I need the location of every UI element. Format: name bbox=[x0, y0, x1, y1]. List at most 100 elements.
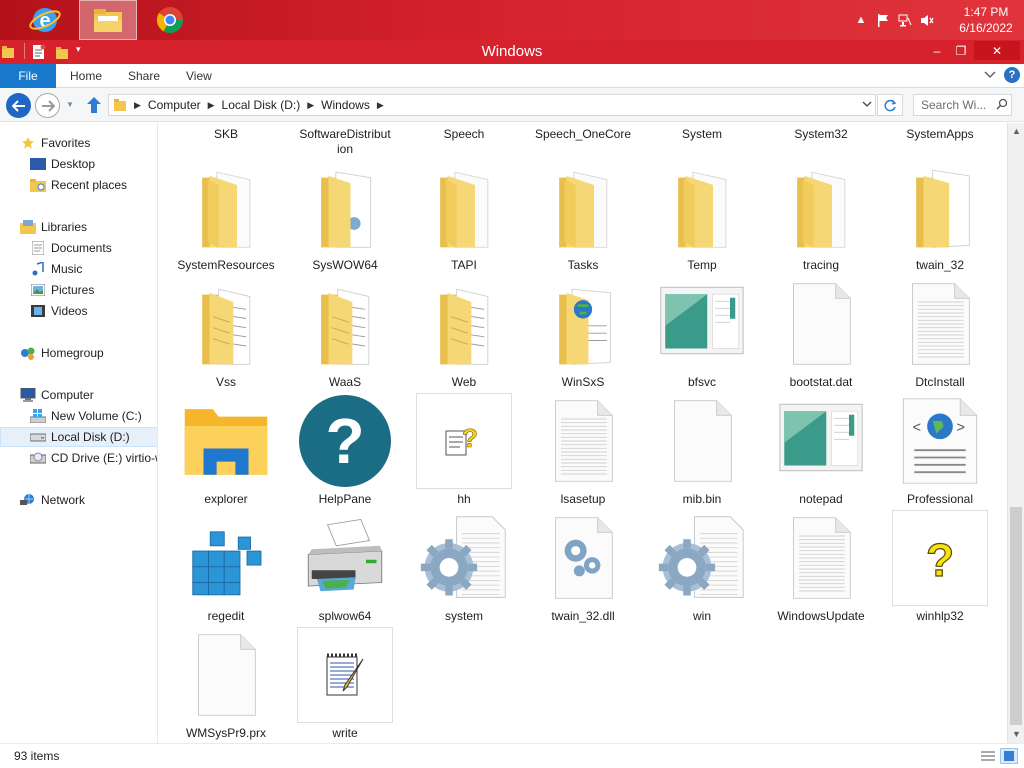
tab-file[interactable]: File bbox=[0, 64, 56, 88]
list-item-temp[interactable]: Temp bbox=[643, 159, 761, 273]
volume-muted-icon[interactable] bbox=[920, 13, 934, 27]
nav-pictures[interactable]: Pictures bbox=[30, 280, 94, 300]
nav-favorites[interactable]: Favorites bbox=[20, 133, 90, 153]
list-item-label: tracing bbox=[802, 258, 840, 272]
taskbar-chrome-button[interactable] bbox=[141, 0, 199, 40]
list-item-winsxs[interactable]: WinSxS bbox=[524, 276, 642, 390]
list-item-label: hh bbox=[457, 492, 471, 506]
list-item-label[interactable]: System bbox=[643, 127, 761, 142]
list-item-bootstat-dat[interactable]: bootstat.dat bbox=[762, 276, 880, 390]
list-item-label[interactable]: Speech bbox=[405, 127, 523, 142]
list-item-windowsupdate[interactable]: WindowsUpdate bbox=[762, 510, 880, 624]
address-history-dropdown-icon[interactable] bbox=[859, 100, 875, 111]
clock[interactable]: 1:47 PM 6/16/2022 bbox=[948, 4, 1024, 36]
music-icon bbox=[30, 262, 46, 276]
help-icon[interactable]: ? bbox=[1004, 67, 1020, 83]
list-item-wmsyspr9-prx[interactable]: WMSysPr9.prx bbox=[167, 627, 285, 741]
nav-computer[interactable]: Computer bbox=[20, 385, 94, 405]
list-item-system[interactable]: system bbox=[405, 510, 523, 624]
title-bar[interactable]: ▾ Windows – ❐ ✕ bbox=[0, 40, 1024, 64]
tab-home[interactable]: Home bbox=[56, 64, 116, 88]
nav-music[interactable]: Music bbox=[30, 259, 82, 279]
taskbar-ie-button[interactable]: e bbox=[16, 0, 74, 40]
maximize-button[interactable]: ❐ bbox=[946, 41, 976, 60]
nav-new-volume-c[interactable]: New Volume (C:) bbox=[30, 406, 142, 426]
breadcrumb-local-disk[interactable]: Local Disk (D:) bbox=[222, 98, 301, 112]
list-item-twain-32-dll[interactable]: twain_32.dll bbox=[524, 510, 642, 624]
breadcrumb-separator-icon[interactable]: ▶ bbox=[307, 100, 314, 111]
refresh-button[interactable] bbox=[877, 94, 903, 116]
vertical-scrollbar[interactable]: ▲ ▼ bbox=[1007, 123, 1024, 743]
list-item-explorer[interactable]: explorer bbox=[167, 393, 285, 507]
scroll-down-icon[interactable]: ▼ bbox=[1008, 726, 1024, 743]
list-item-hh[interactable]: ? hh bbox=[405, 393, 523, 507]
list-item-bfsvc[interactable]: bfsvc bbox=[643, 276, 761, 390]
scroll-up-icon[interactable]: ▲ bbox=[1008, 123, 1024, 140]
list-item-label-wrap[interactable]: ion bbox=[286, 142, 404, 157]
list-item-win[interactable]: win bbox=[643, 510, 761, 624]
list-item-vss[interactable]: Vss bbox=[167, 276, 285, 390]
list-item-web[interactable]: Web bbox=[405, 276, 523, 390]
tab-share[interactable]: Share bbox=[114, 64, 174, 88]
back-button[interactable] bbox=[6, 93, 31, 118]
list-item-dtcinstall[interactable]: DtcInstall bbox=[881, 276, 999, 390]
list-item-tracing[interactable]: tracing bbox=[762, 159, 880, 273]
search-icon[interactable] bbox=[993, 98, 1011, 113]
up-button[interactable] bbox=[86, 96, 102, 117]
search-box[interactable]: Search Wi... bbox=[913, 94, 1012, 116]
nav-documents[interactable]: Documents bbox=[30, 238, 112, 258]
taskbar-file-explorer-button[interactable] bbox=[79, 0, 137, 40]
list-item-label[interactable]: SystemApps bbox=[881, 127, 999, 142]
breadcrumb-separator-icon[interactable]: ▶ bbox=[208, 100, 215, 111]
nav-cd-drive-e-label: CD Drive (E:) virtio-w bbox=[51, 451, 158, 465]
list-item-mib-bin[interactable]: mib.bin bbox=[643, 393, 761, 507]
breadcrumb-separator-icon[interactable]: ▶ bbox=[134, 100, 141, 111]
list-item-label[interactable]: SoftwareDistribut bbox=[286, 127, 404, 142]
list-item-lsasetup[interactable]: lsasetup bbox=[524, 393, 642, 507]
list-item-write[interactable]: write bbox=[286, 627, 404, 741]
list-item-winhlp32[interactable]: ? winhlp32 bbox=[881, 510, 999, 624]
list-item-notepad[interactable]: notepad bbox=[762, 393, 880, 507]
nav-videos-label: Videos bbox=[51, 304, 88, 318]
forward-button[interactable] bbox=[35, 93, 60, 118]
tab-view[interactable]: View bbox=[172, 64, 226, 88]
list-item-tapi[interactable]: TAPI bbox=[405, 159, 523, 273]
action-center-flag-icon[interactable] bbox=[876, 13, 890, 27]
list-item-regedit[interactable]: regedit bbox=[167, 510, 285, 624]
list-item-twain-32[interactable]: twain_32 bbox=[881, 159, 999, 273]
large-icons-view-button[interactable] bbox=[1000, 748, 1018, 764]
nav-videos[interactable]: Videos bbox=[30, 301, 87, 321]
nav-network[interactable]: Network bbox=[20, 490, 85, 510]
list-item-label[interactable]: Speech_OneCore bbox=[524, 127, 642, 142]
nav-desktop[interactable]: Desktop bbox=[30, 154, 95, 174]
expand-ribbon-icon[interactable] bbox=[983, 68, 997, 85]
recent-locations-icon[interactable]: ▼ bbox=[66, 100, 74, 109]
list-item-systemresources[interactable]: SystemResources bbox=[167, 159, 285, 273]
network-icon[interactable] bbox=[898, 13, 912, 27]
nav-libraries[interactable]: Libraries bbox=[20, 217, 87, 237]
details-view-button[interactable] bbox=[979, 748, 997, 764]
nav-cd-drive-e[interactable]: CD Drive (E:) virtio-w bbox=[30, 448, 158, 468]
breadcrumb-windows[interactable]: Windows bbox=[321, 98, 370, 112]
close-button[interactable]: ✕ bbox=[974, 41, 1020, 60]
scroll-thumb[interactable] bbox=[1010, 507, 1022, 725]
list-item-professional[interactable]: < > Professional bbox=[881, 393, 999, 507]
list-item-waas[interactable]: WaaS bbox=[286, 276, 404, 390]
breadcrumb-computer[interactable]: Computer bbox=[148, 98, 201, 112]
list-item-syswow64[interactable]: SysWOW64 bbox=[286, 159, 404, 273]
search-input[interactable]: Search Wi... bbox=[921, 98, 993, 112]
nav-local-disk-d[interactable]: Local Disk (D:) bbox=[0, 427, 157, 447]
list-item-helppane[interactable]: ? HelpPane bbox=[286, 393, 404, 507]
breadcrumb-separator-icon[interactable]: ▶ bbox=[377, 100, 384, 111]
nav-recent-places[interactable]: Recent places bbox=[30, 175, 127, 195]
list-item-tasks[interactable]: Tasks bbox=[524, 159, 642, 273]
show-hidden-icons-icon[interactable]: ▲ bbox=[854, 13, 868, 27]
list-item-label[interactable]: SKB bbox=[167, 127, 285, 142]
list-item-label[interactable]: System32 bbox=[762, 127, 880, 142]
address-bar[interactable]: ▶ Computer ▶ Local Disk (D:) ▶ Windows ▶ bbox=[108, 94, 876, 116]
clock-date: 6/16/2022 bbox=[959, 21, 1013, 35]
printer-icon bbox=[297, 510, 393, 606]
nav-homegroup[interactable]: Homegroup bbox=[20, 343, 104, 363]
list-item-splwow64[interactable]: splwow64 bbox=[286, 510, 404, 624]
up-arrow-icon bbox=[87, 97, 101, 113]
